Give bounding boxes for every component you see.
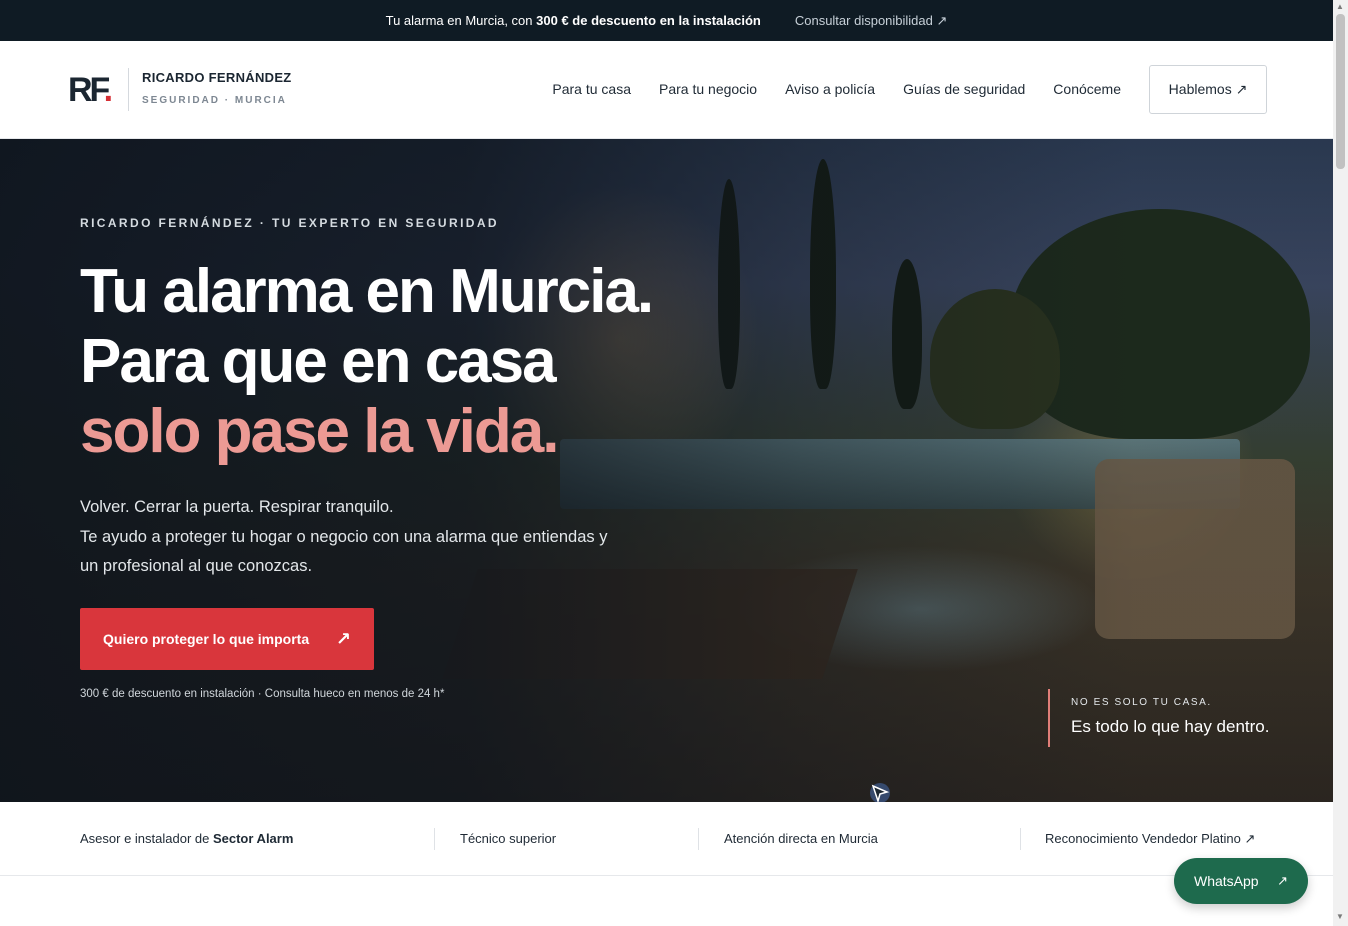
hero-title: Tu alarma en Murcia. Para que en casa so…	[80, 257, 654, 467]
divider	[698, 828, 699, 850]
discount-note: 300 € de descuento en instalación · Cons…	[80, 688, 445, 700]
scrollbar[interactable]: ▲ ▼	[1333, 0, 1348, 926]
promo-text: Tu alarma en Murcia, con 300 € de descue…	[385, 13, 761, 28]
quote-text: Es todo lo que hay dentro.	[1071, 717, 1270, 736]
nav-item-guias-seguridad[interactable]: Guías de seguridad	[903, 81, 1025, 97]
hero-title-line-1: Tu alarma en Murcia.	[80, 257, 654, 326]
hero-eyebrow: RICARDO FERNÁNDEZ · TU EXPERTO EN SEGURI…	[80, 216, 499, 230]
scroll-down-icon[interactable]: ▼	[1336, 912, 1344, 921]
protect-cta-button[interactable]: Quiero proteger lo que importa ↗	[80, 608, 374, 670]
whatsapp-label: WhatsApp	[1194, 873, 1259, 889]
announcement-bar: Tu alarma en Murcia, con 300 € de descue…	[0, 0, 1333, 41]
divider	[1020, 828, 1021, 850]
nav-item-para-tu-negocio[interactable]: Para tu negocio	[659, 81, 757, 97]
brand-tagline: SEGURIDAD · MURCIA	[142, 95, 287, 106]
quote-eyebrow: NO ES SOLO TU CASA.	[1071, 697, 1212, 708]
scrollbar-thumb[interactable]	[1336, 14, 1345, 169]
hablemos-button[interactable]: Hablemos ↗	[1149, 65, 1267, 114]
hero-title-line-2: Para que en casa	[80, 327, 557, 396]
availability-link[interactable]: Consultar disponibilidad ↗	[795, 13, 948, 29]
scroll-up-icon[interactable]: ▲	[1336, 2, 1344, 11]
logo-divider	[128, 68, 129, 111]
hero-quote: NO ES SOLO TU CASA. Es todo lo que hay d…	[1048, 689, 1269, 747]
nav-item-para-tu-casa[interactable]: Para tu casa	[552, 81, 631, 97]
external-arrow-icon: ↗	[1277, 873, 1288, 888]
site-header: RF. RICARDO FERNÁNDEZ SEGURIDAD · MURCIA…	[0, 41, 1333, 139]
cta-label: Quiero proteger lo que importa	[103, 631, 310, 647]
divider	[434, 828, 435, 850]
cursor-icon	[870, 783, 890, 804]
whatsapp-button[interactable]: WhatsApp ↗	[1174, 858, 1308, 904]
hero-subtitle: Volver. Cerrar la puerta. Respirar tranq…	[80, 498, 608, 575]
nav-item-conoceme[interactable]: Conóceme	[1053, 81, 1121, 97]
trust-item-sector-alarm: Asesor e instalador de Sector Alarm	[80, 831, 294, 846]
hero-section: RICARDO FERNÁNDEZ · TU EXPERTO EN SEGURI…	[0, 139, 1333, 802]
trust-item-atencion: Atención directa en Murcia	[724, 831, 878, 846]
nav-item-aviso-policia[interactable]: Aviso a policía	[785, 81, 875, 97]
brand-name: RICARDO FERNÁNDEZ	[142, 70, 292, 85]
trust-item-platino-link[interactable]: Reconocimiento Vendedor Platino ↗	[1045, 831, 1255, 847]
logo[interactable]: RF.	[68, 73, 113, 107]
external-arrow-icon: ↗	[335, 628, 351, 649]
main-nav: Para tu casa Para tu negocio Aviso a pol…	[552, 81, 1121, 97]
hero-title-accent: solo pase la vida.	[80, 397, 559, 466]
trust-bar: Asesor e instalador de Sector Alarm Técn…	[0, 802, 1333, 876]
trust-item-tecnico: Técnico superior	[460, 831, 557, 846]
